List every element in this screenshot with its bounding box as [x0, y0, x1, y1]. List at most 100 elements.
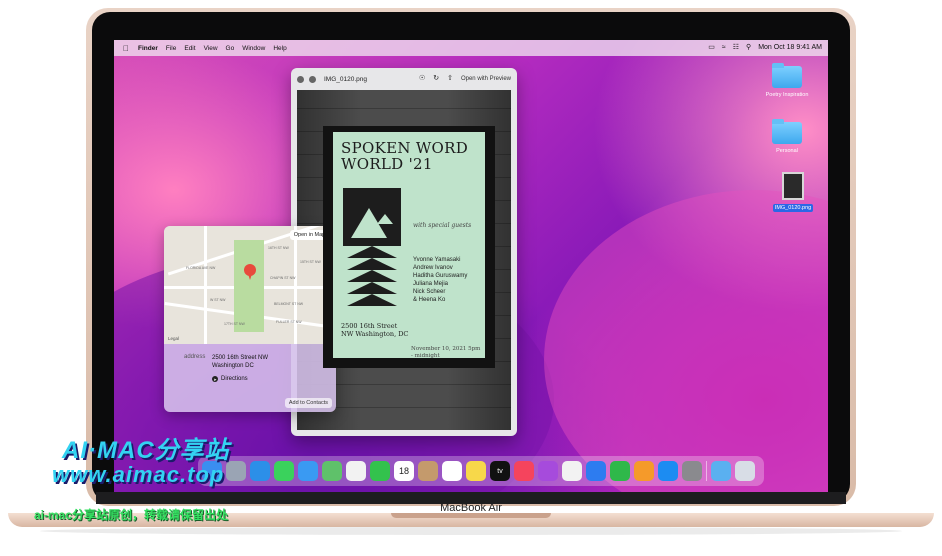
folder-icon	[772, 119, 802, 144]
poster-with-text: with special guests	[413, 222, 472, 229]
menu-go[interactable]: Go	[226, 45, 235, 52]
desktop-item-label: Personal	[776, 148, 798, 154]
dock-app-app-store[interactable]	[658, 461, 678, 481]
map-road	[294, 226, 297, 344]
laptop-shadow	[40, 527, 902, 535]
open-with-preview-button[interactable]: Open with Preview	[461, 76, 511, 82]
menu-clock[interactable]: Mon Oct 18 9:41 AM	[758, 40, 822, 56]
dock-app-notes[interactable]	[466, 461, 486, 481]
menu-view[interactable]: View	[204, 45, 218, 52]
dock-app-keynote[interactable]	[586, 461, 606, 481]
tv-label: tv	[497, 467, 503, 475]
poster-guest-list: Yvonne Yamasaki Andrew Ivanov Haditha Gu…	[413, 256, 467, 304]
directions-arrow-icon: ➤	[212, 376, 218, 382]
share-icon[interactable]: ⇧	[447, 71, 453, 87]
map-street-label: CHAPIN ST NW	[270, 276, 296, 280]
map-street-label: 17TH ST NW	[224, 322, 245, 326]
close-button[interactable]	[297, 75, 304, 83]
dock-app-photos[interactable]	[346, 461, 366, 481]
wallpaper-shape	[544, 190, 828, 492]
desktop-screen:  Finder File Edit View Go Window Help ▭…	[114, 40, 828, 492]
dock-app-reminders[interactable]	[442, 461, 462, 481]
poster-guest: Andrew Ivanov	[413, 265, 453, 271]
poster-guest: & Heena Ko	[413, 297, 446, 303]
dock-app-mail[interactable]	[298, 461, 318, 481]
menu-window[interactable]: Window	[242, 45, 265, 52]
calendar-date: 18	[398, 466, 409, 476]
add-to-contacts-button[interactable]: Add to Contacts	[284, 398, 332, 408]
desktop-item-label: IMG_0120.png	[772, 204, 814, 212]
dock-app-tv[interactable]: tv	[490, 461, 510, 481]
watermark-url: www.aimac.top	[52, 462, 225, 487]
address-line: 2500 16th Street NW	[212, 355, 269, 361]
poster-guest: Haditha Guruswamy	[413, 273, 468, 279]
dock-app-music[interactable]	[514, 461, 534, 481]
dock-separator	[706, 461, 707, 481]
desktop-item-img-0120[interactable]: IMG_0120.png	[758, 172, 828, 212]
dock-app-maps[interactable]	[322, 461, 342, 481]
dock-app-downloads[interactable]	[711, 461, 731, 481]
dock: 18 tv	[198, 456, 764, 486]
map-street-label: BELMONT ST NW	[274, 302, 304, 306]
address-label: address	[184, 354, 206, 360]
dock-app-trash[interactable]	[735, 461, 755, 481]
battery-icon[interactable]: ▭	[708, 40, 715, 56]
map-road	[204, 226, 207, 344]
wifi-icon[interactable]: ≈	[722, 40, 726, 56]
quicklook-titlebar: IMG_0120.png ☉ ↻ ⇧ Open with Preview	[291, 68, 517, 90]
apple-logo-icon[interactable]: 	[120, 42, 132, 54]
map-park	[234, 240, 264, 332]
poster-title: SPOKEN WORD WORLD '21	[341, 139, 469, 173]
desktop-item-personal[interactable]: Personal	[752, 119, 822, 154]
dock-app-calendar[interactable]: 18	[394, 461, 414, 481]
markup-icon[interactable]: ☉	[419, 71, 425, 87]
poster-date: November 10, 2021 5pm - midnight	[411, 346, 481, 359]
map-street-label: FULLER ST NW	[276, 320, 302, 324]
poster: SPOKEN WORD WORLD '21 with special guest…	[333, 132, 485, 359]
menu-edit[interactable]: Edit	[184, 45, 195, 52]
map-street-label: W ST NW	[210, 298, 226, 302]
search-icon[interactable]: ⚲	[746, 40, 751, 56]
quicklook-toolbar: ☉ ↻ ⇧ Open with Preview	[419, 71, 511, 87]
menu-finder[interactable]: Finder	[138, 45, 158, 52]
poster-triangle-graphic	[343, 188, 401, 306]
map-street-label: FLORIDA AVE NW	[186, 266, 216, 270]
address-line: Washington DC	[212, 363, 254, 369]
watermark-title: AI·MAC分享站	[62, 437, 230, 464]
menu-extras: ▭ ≈ ☷ ⚲ Mon Oct 18 9:41 AM	[708, 40, 822, 56]
dock-app-safari[interactable]	[250, 461, 270, 481]
dock-app-numbers[interactable]	[610, 461, 630, 481]
image-file-icon	[782, 172, 804, 200]
map-legal-link[interactable]: Legal	[168, 336, 179, 341]
address-popover: 16TH ST NW 15TH ST NW CHAPIN ST NW BELMO…	[164, 226, 336, 412]
macbook-photo:  Finder File Edit View Go Window Help ▭…	[0, 0, 942, 556]
poster-guest: Nick Scheer	[413, 289, 446, 295]
dock-app-facetime[interactable]	[370, 461, 390, 481]
poster-guest: Yvonne Yamasaki	[413, 257, 461, 263]
dock-app-podcasts[interactable]	[538, 461, 558, 481]
desktop-item-poetry-inspiration[interactable]: Poetry Inspiration	[752, 63, 822, 98]
menu-bar:  Finder File Edit View Go Window Help ▭…	[114, 40, 828, 56]
dock-app-news[interactable]	[562, 461, 582, 481]
directions-button[interactable]: ➤ Directions	[212, 376, 248, 382]
fullscreen-button[interactable]	[309, 75, 316, 83]
folder-icon	[772, 63, 802, 88]
poster-address[interactable]: 2500 16th Street NW Washington, DC	[341, 322, 411, 338]
map-pin-icon	[244, 264, 256, 280]
map-street-label: 15TH ST NW	[300, 260, 321, 264]
watermark-notice: ai-mac分享站原创，转载请保留出处	[34, 508, 229, 522]
dock-app-system-preferences[interactable]	[682, 461, 702, 481]
quicklook-title: IMG_0120.png	[324, 75, 368, 83]
dock-app-contacts[interactable]	[418, 461, 438, 481]
menu-help[interactable]: Help	[273, 45, 286, 52]
rotate-icon[interactable]: ↻	[433, 71, 439, 87]
dock-app-messages[interactable]	[274, 461, 294, 481]
dock-app-pages[interactable]	[634, 461, 654, 481]
address-value[interactable]: 2500 16th Street NW Washington DC	[212, 354, 268, 370]
directions-label: Directions	[221, 376, 248, 382]
control-center-icon[interactable]: ☷	[733, 40, 739, 56]
menu-file[interactable]: File	[166, 45, 176, 52]
map-preview[interactable]: 16TH ST NW 15TH ST NW CHAPIN ST NW BELMO…	[164, 226, 336, 344]
map-street-label: 16TH ST NW	[268, 246, 289, 250]
laptop-opening-notch	[391, 513, 551, 518]
